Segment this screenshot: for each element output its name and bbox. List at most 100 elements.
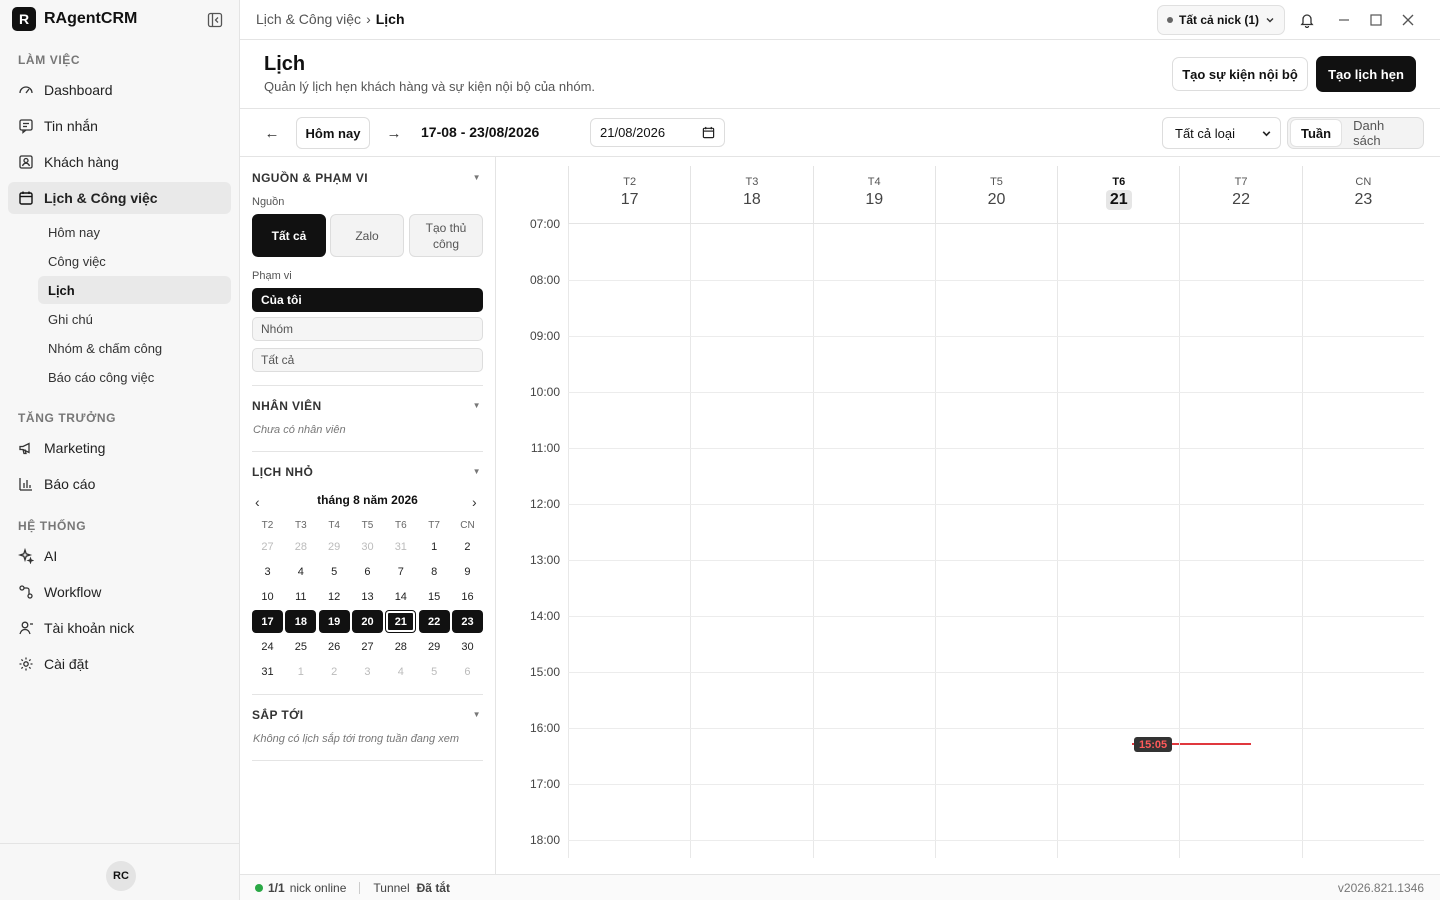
sidebar-subitem-notes[interactable]: Ghi chú [38, 305, 231, 333]
mini-calendar-day[interactable]: 31 [385, 535, 416, 558]
scope-all-button[interactable]: Tất cả [252, 348, 483, 372]
mini-calendar-day[interactable]: 14 [385, 585, 416, 608]
mini-next-month-icon[interactable]: › [472, 494, 477, 510]
mini-calendar-day[interactable]: 5 [319, 560, 350, 583]
source-all-button[interactable]: Tất cả [252, 214, 326, 257]
scope-mine-button[interactable]: Của tôi [252, 288, 483, 312]
sidebar-item-reports[interactable]: Báo cáo [8, 468, 231, 500]
sidebar-item-calendar-tasks[interactable]: Lịch & Công việc [8, 182, 231, 214]
mini-calendar-day[interactable]: 5 [419, 660, 450, 683]
mini-calendar-day[interactable]: 9 [452, 560, 483, 583]
mini-calendar-day[interactable]: 24 [252, 635, 283, 658]
view-week-tab[interactable]: Tuần [1291, 120, 1342, 146]
day-column-header[interactable]: T5 20 [934, 166, 1057, 224]
mini-calendar-day[interactable]: 6 [452, 660, 483, 683]
mini-calendar-day[interactable]: 28 [285, 535, 316, 558]
upcoming-header[interactable]: SẮP TỚI ▼ [252, 708, 483, 722]
mini-calendar-day[interactable]: 29 [319, 535, 350, 558]
mini-calendar-day[interactable]: 6 [352, 560, 383, 583]
create-internal-event-button[interactable]: Tạo sự kiện nội bộ [1172, 57, 1308, 91]
today-button[interactable]: Hôm nay [296, 117, 370, 149]
sidebar-subitem-work-report[interactable]: Báo cáo công việc [38, 363, 231, 391]
day-column-header[interactable]: CN 23 [1301, 166, 1424, 224]
sidebar-item-marketing[interactable]: Marketing [8, 432, 231, 464]
date-input[interactable]: 21/08/2026 [590, 118, 725, 147]
nick-select[interactable]: Tất cả nick (1) [1157, 5, 1285, 35]
sidebar-collapse-icon[interactable] [206, 11, 224, 29]
sidebar-subitem-today[interactable]: Hôm nay [38, 218, 231, 246]
next-week-button[interactable]: → [383, 122, 405, 144]
day-column-header[interactable]: T2 17 [568, 166, 690, 224]
mini-calendar-day[interactable]: 15 [419, 585, 450, 608]
mini-calendar-day[interactable]: 1 [285, 660, 316, 683]
mini-calendar-day[interactable]: 17 [252, 610, 283, 633]
mini-calendar-day[interactable]: 28 [385, 635, 416, 658]
sidebar-item-label: Dashboard [44, 82, 113, 98]
mini-calendar-day[interactable]: 18 [285, 610, 317, 633]
sidebar-item-ai[interactable]: AI [8, 540, 231, 572]
sidebar-subitem-tasks[interactable]: Công việc [38, 247, 231, 275]
sidebar-item-nick-accounts[interactable]: Tài khoản nick [8, 612, 231, 644]
day-column-header[interactable]: T3 18 [690, 166, 812, 224]
view-list-tab[interactable]: Danh sách [1343, 118, 1420, 148]
sidebar-item-settings[interactable]: Cài đặt [8, 648, 231, 680]
mini-calendar-day[interactable]: 11 [285, 585, 316, 608]
day-column-header[interactable]: T6 21 [1057, 166, 1179, 224]
mini-calendar-day[interactable]: 30 [452, 635, 483, 658]
mini-calendar-day[interactable]: 27 [352, 635, 383, 658]
sidebar-subitem-team-attendance[interactable]: Nhóm & chấm công [38, 334, 231, 362]
avatar[interactable]: RC [106, 861, 136, 891]
sidebar-item-customers[interactable]: Khách hàng [8, 146, 231, 178]
maximize-icon[interactable] [1366, 10, 1386, 30]
calendar-grid[interactable]: 15:05 [568, 224, 1424, 858]
mini-calendar-day[interactable]: 25 [285, 635, 316, 658]
event-type-select[interactable]: Tất cả loại [1162, 117, 1281, 149]
source-scope-header[interactable]: NGUỒN & PHẠM VI ▼ [252, 171, 483, 185]
calendar-picker-icon[interactable] [702, 126, 715, 139]
hour-label: 10:00 [529, 385, 560, 399]
mini-calendar-day[interactable]: 22 [418, 610, 450, 633]
mini-calendar-day[interactable]: 12 [319, 585, 350, 608]
mini-calendar-day[interactable]: 26 [319, 635, 350, 658]
source-zalo-button[interactable]: Zalo [330, 214, 404, 257]
sidebar-subitem-calendar[interactable]: Lịch [38, 276, 231, 304]
mini-calendar-day[interactable]: 31 [252, 660, 283, 683]
sidebar-item-workflow[interactable]: Workflow [8, 576, 231, 608]
mini-calendar-day[interactable]: 8 [419, 560, 450, 583]
mini-calendar-day[interactable]: 10 [252, 585, 283, 608]
sidebar-item-messages[interactable]: Tin nhắn [8, 110, 231, 142]
mini-calendar-day[interactable]: 30 [352, 535, 383, 558]
mini-calendar-day[interactable]: 7 [385, 560, 416, 583]
mini-calendar-header[interactable]: LỊCH NHỎ ▼ [252, 465, 483, 479]
status-left: 1/1 nick online Tunnel Đã tắt [255, 881, 450, 895]
mini-calendar-day[interactable]: 2 [452, 535, 483, 558]
close-icon[interactable] [1398, 10, 1418, 30]
brand[interactable]: R RAgentCRM [12, 7, 137, 31]
mini-calendar-day[interactable]: 20 [351, 610, 383, 633]
day-column-header[interactable]: T7 22 [1179, 166, 1301, 224]
mini-calendar-day[interactable]: 13 [352, 585, 383, 608]
mini-calendar-day[interactable]: 19 [318, 610, 350, 633]
sidebar-item-dashboard[interactable]: Dashboard [8, 74, 231, 106]
day-column-header[interactable]: T4 19 [812, 166, 935, 224]
mini-calendar-day[interactable]: 1 [419, 535, 450, 558]
create-appointment-button[interactable]: Tạo lịch hẹn [1316, 56, 1416, 92]
bell-icon[interactable] [1297, 10, 1317, 30]
minimize-icon[interactable] [1334, 10, 1354, 30]
mini-calendar-day[interactable]: 29 [419, 635, 450, 658]
mini-calendar-day[interactable]: 3 [252, 560, 283, 583]
staff-header[interactable]: NHÂN VIÊN ▼ [252, 399, 483, 413]
mini-calendar-day[interactable]: 4 [385, 660, 416, 683]
scope-team-button[interactable]: Nhóm [252, 317, 483, 341]
mini-calendar-day[interactable]: 27 [252, 535, 283, 558]
source-manual-button[interactable]: Tạo thủ công [409, 214, 483, 257]
mini-calendar-day[interactable]: 16 [452, 585, 483, 608]
mini-calendar-day[interactable]: 3 [352, 660, 383, 683]
breadcrumb-parent[interactable]: Lịch & Công việc [256, 11, 361, 27]
mini-calendar-day[interactable]: 4 [285, 560, 316, 583]
mini-calendar-day[interactable]: 23 [451, 610, 483, 633]
mini-calendar-day[interactable]: 21 [385, 610, 417, 633]
mini-calendar-day[interactable]: 2 [319, 660, 350, 683]
sidebar-item-label: Tài khoản nick [44, 620, 135, 636]
prev-week-button[interactable]: ← [261, 122, 283, 144]
